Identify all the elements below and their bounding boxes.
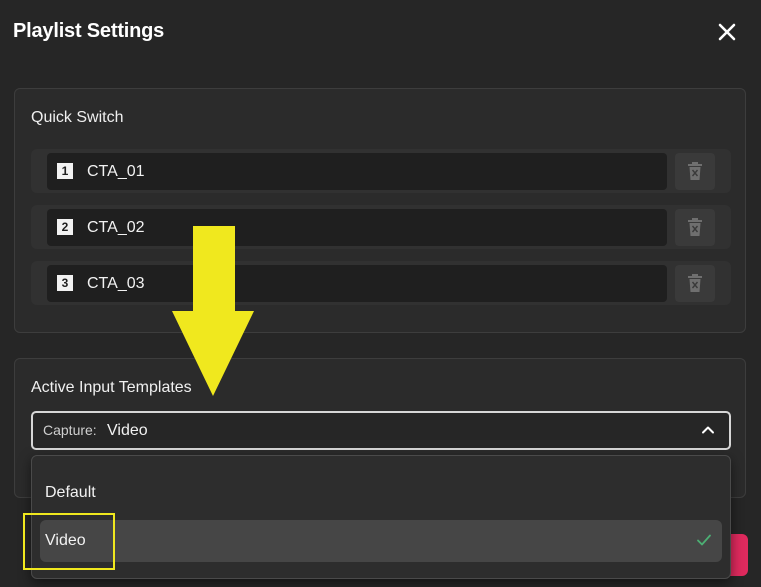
check-icon	[697, 534, 711, 546]
quick-switch-item: 3 CTA_03	[31, 261, 731, 305]
delete-button[interactable]	[675, 265, 715, 302]
quick-switch-panel: Quick Switch 1 CTA_01 2 CTA_02 3 CTA_03	[14, 88, 746, 333]
trash-icon	[688, 218, 702, 236]
item-name: CTA_02	[87, 219, 145, 236]
active-input-templates-title: Active Input Templates	[31, 379, 192, 396]
template-dropdown-menu: Default Video	[31, 455, 731, 579]
item-name: CTA_01	[87, 163, 145, 180]
capture-template-select[interactable]: Capture: Video	[31, 411, 731, 450]
dropdown-option-default[interactable]: Default	[40, 472, 722, 514]
trash-icon	[688, 162, 702, 180]
delete-button[interactable]	[675, 209, 715, 246]
quick-switch-item: 2 CTA_02	[31, 205, 731, 249]
annotation-arrow-icon	[172, 226, 254, 396]
delete-button[interactable]	[675, 153, 715, 190]
playlist-settings-dialog: Playlist Settings Quick Switch 1 CTA_01	[0, 0, 761, 587]
close-icon	[718, 23, 736, 41]
quick-switch-item: 1 CTA_01	[31, 149, 731, 193]
chevron-up-icon	[702, 426, 714, 434]
item-number-badge: 3	[57, 275, 73, 291]
select-value: Video	[107, 422, 148, 439]
quick-switch-field[interactable]: 3 CTA_03	[47, 265, 667, 302]
quick-switch-field[interactable]: 2 CTA_02	[47, 209, 667, 246]
dropdown-option-video[interactable]: Video	[40, 520, 722, 562]
dialog-title: Playlist Settings	[13, 20, 165, 42]
select-prefix-label: Capture:	[43, 422, 97, 438]
quick-switch-title: Quick Switch	[31, 109, 124, 126]
option-label: Default	[45, 484, 96, 501]
trash-icon	[688, 274, 702, 292]
quick-switch-field[interactable]: 1 CTA_01	[47, 153, 667, 190]
item-number-badge: 1	[57, 163, 73, 179]
item-number-badge: 2	[57, 219, 73, 235]
annotation-highlight-box	[23, 513, 115, 570]
item-name: CTA_03	[87, 275, 145, 292]
close-button[interactable]	[714, 19, 740, 45]
